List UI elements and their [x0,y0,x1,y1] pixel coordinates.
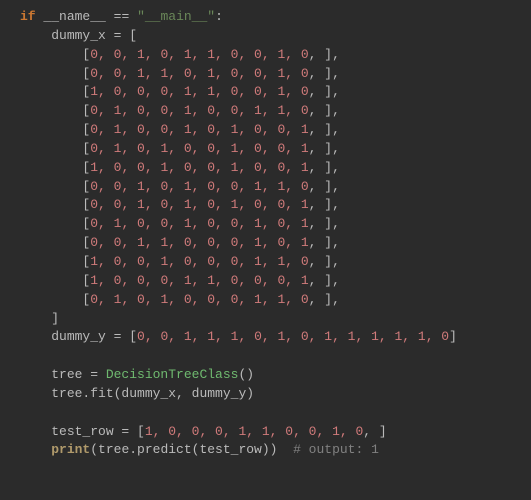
blank-line [20,404,531,423]
number-list: 0, 1, 0, 1, 0, 0, 0, 1, 1, 0 [90,292,308,307]
code-line: [1, 0, 0, 0, 1, 1, 0, 0, 0, 1, ], [20,272,531,291]
number-list: 0, 0, 1, 1, 0, 1, 0, 0, 1, 0 [90,66,308,81]
blank-line [20,347,531,366]
bracket-close: , ], [309,216,340,231]
identifier: dummy_y = [ [51,329,137,344]
code-line: if __name__ == "__main__": [20,8,531,27]
number-list: 0, 0, 1, 1, 0, 0, 0, 1, 0, 1 [90,235,308,250]
keyword-if: if [20,9,36,24]
number-list: 0, 0, 1, 0, 1, 1, 0, 0, 1, 0 [90,47,308,62]
number-list: 0, 1, 0, 0, 1, 0, 0, 1, 1, 0 [90,103,308,118]
code-line: [0, 1, 0, 0, 1, 0, 0, 1, 0, 1, ], [20,215,531,234]
bracket-close: , ], [309,141,340,156]
code-line: [0, 1, 0, 1, 0, 0, 0, 1, 1, 0, ], [20,291,531,310]
code-line: [0, 0, 1, 1, 0, 1, 0, 0, 1, 0, ], [20,65,531,84]
number-list: 0, 1, 0, 1, 0, 0, 1, 0, 0, 1 [90,141,308,156]
number-list: 0, 0, 1, 0, 1, 0, 0, 1, 1, 0 [90,179,308,194]
number-list: 1, 0, 0, 0, 1, 1, 0, 0, 1, 0 [90,84,308,99]
bracket-close: , ], [309,254,340,269]
identifier: __name__ [43,9,105,24]
bracket-close: , ], [309,122,340,137]
code-line: [0, 1, 0, 0, 1, 0, 1, 0, 0, 1, ], [20,121,531,140]
identifier: test_row = [ [51,424,145,439]
method-call: tree.fit(dummy_x, dummy_y) [51,386,254,401]
bracket-close: , ], [309,103,340,118]
bracket-close: , ], [309,160,340,175]
number-list: 1, 0, 0, 0, 1, 1, 0, 0, 0, 1 [90,273,308,288]
code-line: ] [20,310,531,329]
string-literal: "__main__" [137,9,215,24]
code-line: [0, 0, 1, 0, 1, 0, 0, 1, 1, 0, ], [20,178,531,197]
number-list: 0, 1, 0, 0, 1, 0, 1, 0, 0, 1 [90,122,308,137]
bracket-close: , ], [309,66,340,81]
bracket-close: , ], [309,235,340,250]
number-list: 0, 0, 1, 0, 1, 0, 1, 0, 0, 1 [90,197,308,212]
code-line: [0, 1, 0, 1, 0, 0, 1, 0, 0, 1, ], [20,140,531,159]
number-list: 1, 0, 0, 1, 0, 0, 1, 0, 0, 1 [90,160,308,175]
bracket-close: , ], [309,292,340,307]
number-list: 1, 0, 0, 1, 0, 0, 0, 1, 1, 0 [90,254,308,269]
code-line: test_row = [1, 0, 0, 0, 1, 1, 0, 0, 1, 0… [20,423,531,442]
code-line: [1, 0, 0, 0, 1, 1, 0, 0, 1, 0, ], [20,83,531,102]
code-line: [0, 0, 1, 1, 0, 0, 0, 1, 0, 1, ], [20,234,531,253]
code-line: [1, 0, 0, 1, 0, 0, 0, 1, 1, 0, ], [20,253,531,272]
code-line: print(tree.predict(test_row)) # output: … [20,441,531,460]
identifier: dummy_x = [ [51,28,137,43]
code-line: dummy_y = [0, 0, 1, 1, 1, 0, 1, 0, 1, 1,… [20,328,531,347]
number-list: 0, 1, 0, 0, 1, 0, 0, 1, 0, 1 [90,216,308,231]
code-line: [0, 1, 0, 0, 1, 0, 0, 1, 1, 0, ], [20,102,531,121]
bracket-close: , ], [309,273,340,288]
bracket-close: , ], [309,179,340,194]
number-list: 0, 0, 1, 1, 1, 0, 1, 0, 1, 1, 1, 1, 1, 0 [137,329,449,344]
code-line: tree.fit(dummy_x, dummy_y) [20,385,531,404]
class-name: DecisionTreeClass [106,367,239,382]
code-line: [0, 0, 1, 0, 1, 0, 1, 0, 0, 1, ], [20,196,531,215]
code-line: [0, 0, 1, 0, 1, 1, 0, 0, 1, 0, ], [20,46,531,65]
code-editor-content: if __name__ == "__main__": dummy_x = [ [… [0,0,531,468]
bracket-close: , ], [309,84,340,99]
code-line: tree = DecisionTreeClass() [20,366,531,385]
number-list: 1, 0, 0, 0, 1, 1, 0, 0, 1, 0 [145,424,363,439]
builtin-print: print [51,442,90,457]
comment: # output: 1 [293,442,379,457]
bracket-close: , ], [309,47,340,62]
bracket-close: , ], [309,197,340,212]
code-line: [1, 0, 0, 1, 0, 0, 1, 0, 0, 1, ], [20,159,531,178]
code-line: dummy_x = [ [20,27,531,46]
